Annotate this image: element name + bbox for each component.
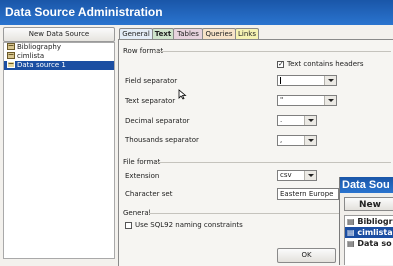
chevron-down-icon[interactable] xyxy=(324,96,336,105)
text-separator-value: " xyxy=(280,96,284,104)
chevron-down-icon[interactable] xyxy=(304,116,316,125)
second-datasource-window: Data Sou New ▤ Bibliogr ▤ cimlista ▤ Dat… xyxy=(339,177,393,265)
datasource-panel: New Data Source Bibliography cimlista Da… xyxy=(3,27,115,259)
text-contains-headers-label: Text contains headers xyxy=(287,60,364,68)
sql92-label: Use SQL92 naming constraints xyxy=(135,221,243,229)
divider xyxy=(149,213,339,214)
second-item-bibliography[interactable]: ▤ Bibliogr xyxy=(345,216,393,227)
datasource-item-label: Bibliography xyxy=(17,43,61,51)
second-datasource-list: ▤ Bibliogr ▤ cimlista ▤ Data so xyxy=(344,215,393,265)
extension-select[interactable]: csv xyxy=(277,170,317,181)
new-data-source-button[interactable]: New Data Source xyxy=(3,27,115,42)
database-icon xyxy=(7,61,15,68)
field-separator-select[interactable] xyxy=(277,75,337,86)
text-separator-select[interactable]: " xyxy=(277,95,337,106)
datasource-item-label: cimlista xyxy=(17,52,45,60)
second-item-label: Bibliogr xyxy=(357,217,393,226)
character-set-label: Character set xyxy=(125,190,173,198)
mouse-pointer-icon xyxy=(178,89,187,100)
field-separator-label: Field separator xyxy=(125,77,178,85)
sql92-checkbox[interactable] xyxy=(125,222,132,229)
thousands-separator-select[interactable]: , xyxy=(277,135,317,146)
second-new-button[interactable]: New xyxy=(344,197,393,211)
datasource-item-data-source-1[interactable]: Data source 1 xyxy=(4,61,114,70)
ok-button[interactable]: OK xyxy=(277,248,336,263)
divider xyxy=(155,51,391,52)
database-icon: ▤ xyxy=(347,228,358,237)
decimal-separator-select[interactable]: . xyxy=(277,115,317,126)
extension-label: Extension xyxy=(125,172,160,180)
thousands-separator-label: Thousands separator xyxy=(125,136,199,144)
tab-tables[interactable]: Tables xyxy=(173,28,203,39)
general-title: General xyxy=(123,209,151,217)
text-contains-headers-checkbox[interactable]: ✓ xyxy=(277,61,284,68)
database-icon xyxy=(7,43,15,50)
second-item-label: Data so xyxy=(357,239,392,248)
tab-general[interactable]: General xyxy=(119,28,153,39)
decimal-separator-value: . xyxy=(280,116,283,124)
datasource-list: Bibliography cimlista Data source 1 xyxy=(3,42,115,259)
chevron-down-icon[interactable] xyxy=(324,76,336,85)
database-icon: ▤ xyxy=(347,239,358,248)
tab-queries[interactable]: Queries xyxy=(202,28,236,39)
datasource-item-label: Data source 1 xyxy=(17,61,66,69)
second-item-data-source[interactable]: ▤ Data so xyxy=(345,238,393,249)
decimal-separator-label: Decimal separator xyxy=(125,117,190,125)
character-set-select[interactable]: Eastern Europe xyxy=(277,188,339,200)
database-icon: ▤ xyxy=(347,217,358,226)
thousands-separator-value: , xyxy=(280,136,283,144)
second-item-label: cimlista xyxy=(357,228,393,237)
text-caret xyxy=(280,77,281,84)
tab-links[interactable]: Links xyxy=(235,28,259,39)
database-icon xyxy=(7,52,15,59)
extension-value: csv xyxy=(280,171,292,179)
second-window-title: Data Sou xyxy=(340,177,393,193)
divider xyxy=(155,162,391,163)
chevron-down-icon[interactable] xyxy=(304,136,316,145)
tab-text[interactable]: Text xyxy=(152,28,174,39)
window-title: Data Source Administration xyxy=(0,0,393,25)
datasource-item-cimlista[interactable]: cimlista xyxy=(4,52,114,61)
second-item-cimlista[interactable]: ▤ cimlista xyxy=(345,227,393,238)
chevron-down-icon[interactable] xyxy=(304,171,316,180)
text-separator-label: Text separator xyxy=(125,97,176,105)
datasource-item-bibliography[interactable]: Bibliography xyxy=(4,43,114,52)
